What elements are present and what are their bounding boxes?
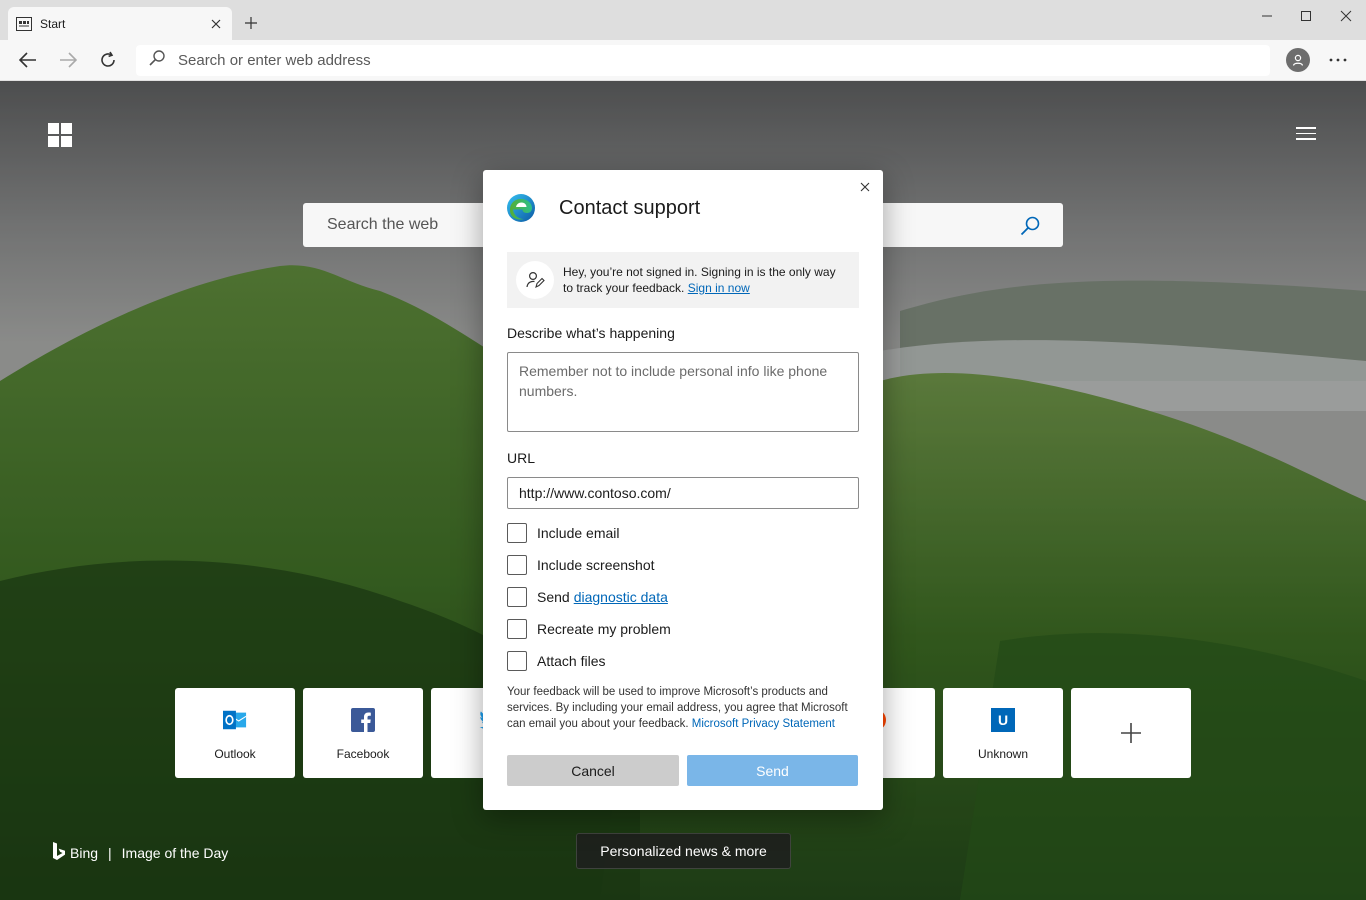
include-email-row: Include email	[507, 523, 620, 543]
sign-in-now-link[interactable]: Sign in now	[688, 281, 750, 295]
outlook-icon	[223, 708, 247, 732]
include-email-checkbox[interactable]	[507, 523, 527, 543]
new-tab-plus-icon[interactable]	[240, 12, 262, 34]
tab-title: Start	[40, 16, 66, 31]
recreate-problem-row: Recreate my problem	[507, 619, 671, 639]
facebook-icon	[351, 708, 375, 732]
personalized-news-button[interactable]: Personalized news & more	[576, 833, 791, 869]
send-diagnostic-prefix: Send	[537, 589, 570, 605]
forward-arrow-icon[interactable]	[54, 46, 82, 74]
address-input[interactable]	[178, 52, 1178, 69]
address-bar[interactable]	[136, 45, 1270, 76]
page-settings-menu-icon[interactable]	[1296, 127, 1316, 143]
cancel-button[interactable]: Cancel	[507, 755, 679, 786]
contact-support-dialog: Contact support Hey, you’re not signed i…	[483, 170, 883, 810]
back-arrow-icon[interactable]	[14, 46, 42, 74]
refresh-icon[interactable]	[94, 46, 122, 74]
recreate-problem-checkbox[interactable]	[507, 619, 527, 639]
describe-label: Describe what’s happening	[507, 325, 675, 341]
privacy-statement-link[interactable]: Microsoft Privacy Statement	[692, 718, 835, 730]
quick-link-facebook[interactable]: Facebook	[303, 688, 423, 778]
send-diagnostic-checkbox[interactable]	[507, 587, 527, 607]
site-letter: U	[997, 712, 1009, 728]
new-tab-page-icon	[16, 16, 32, 32]
describe-textarea[interactable]	[507, 352, 859, 432]
include-screenshot-checkbox[interactable]	[507, 555, 527, 575]
legal-notice: Your feedback will be used to improve Mi…	[507, 684, 863, 732]
edge-logo-icon	[506, 193, 536, 223]
dialog-title: Contact support	[559, 197, 701, 219]
quick-link-outlook[interactable]: Outlook	[175, 688, 295, 778]
include-screenshot-label: Include screenshot	[537, 557, 655, 573]
dialog-close-icon[interactable]	[857, 179, 873, 195]
quick-link-label: Facebook	[336, 747, 390, 761]
more-options-icon[interactable]	[1324, 46, 1352, 74]
person-feedback-icon	[516, 261, 554, 299]
include-email-label: Include email	[537, 525, 620, 541]
bing-logo-icon	[52, 841, 66, 864]
search-magnifier-icon[interactable]	[1019, 215, 1041, 237]
image-of-the-day-label: Image of the Day	[121, 844, 229, 861]
add-quick-link-button[interactable]	[1071, 688, 1191, 778]
recreate-problem-label: Recreate my problem	[537, 621, 671, 637]
signin-notice: Hey, you’re not signed in. Signing in is…	[507, 252, 859, 308]
unknown-site-icon: U	[991, 708, 1015, 732]
signin-message: Hey, you’re not signed in. Signing in is…	[563, 264, 843, 296]
plus-icon	[1119, 721, 1143, 745]
quick-link-label: Unknown	[977, 747, 1029, 761]
tab-close-icon[interactable]	[208, 16, 224, 32]
attach-files-checkbox[interactable]	[507, 651, 527, 671]
quick-link-unknown[interactable]: U Unknown	[943, 688, 1063, 778]
send-diagnostic-row: Send diagnostic data	[507, 587, 668, 607]
diagnostic-data-link[interactable]: diagnostic data	[574, 589, 668, 605]
send-button[interactable]: Send	[687, 755, 858, 786]
window-close-icon[interactable]	[1323, 0, 1366, 32]
toolbar	[0, 40, 1366, 81]
attach-files-label: Attach files	[537, 653, 606, 669]
apps-launcher-icon[interactable]	[48, 123, 72, 147]
tab-start[interactable]: Start	[8, 7, 232, 40]
bing-image-credit[interactable]: Bing | Image of the Day	[52, 841, 228, 864]
quick-link-label: Outlook	[214, 747, 256, 761]
profile-avatar-icon[interactable]	[1286, 48, 1310, 72]
credit-separator: |	[108, 844, 112, 861]
title-bar: Start	[0, 0, 1366, 40]
bing-label: Bing	[70, 844, 99, 861]
search-icon	[148, 49, 166, 72]
include-screenshot-row: Include screenshot	[507, 555, 655, 575]
url-input[interactable]	[507, 477, 859, 509]
attach-files-row: Attach files	[507, 651, 605, 671]
url-label: URL	[507, 450, 536, 466]
